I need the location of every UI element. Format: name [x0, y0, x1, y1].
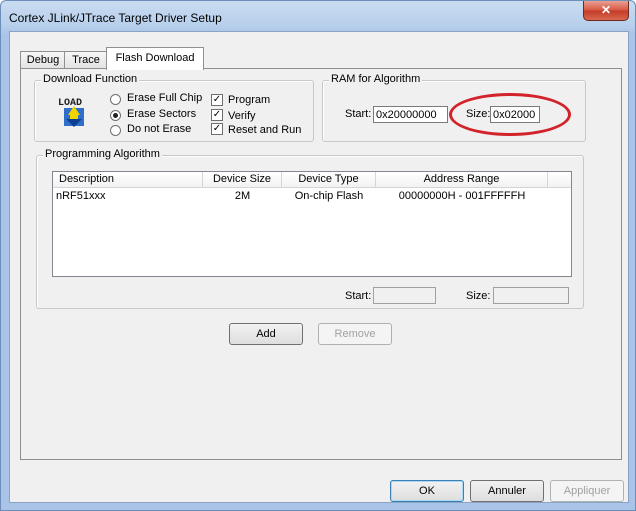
- row-address-range: 00000000H - 001FFFFFH: [398, 190, 526, 202]
- algorithm-table[interactable]: Description Device Size Device Type Addr…: [52, 171, 572, 277]
- title-bar[interactable]: Cortex JLink/JTrace Target Driver Setup …: [1, 1, 635, 31]
- erase-full-chip-label: Erase Full Chip: [127, 92, 203, 104]
- tab-trace[interactable]: Trace: [64, 51, 108, 69]
- algo-size-label: Size:: [466, 290, 491, 302]
- column-header-device-size[interactable]: Device Size: [203, 172, 282, 187]
- tab-debug[interactable]: Debug: [20, 51, 66, 69]
- reset-and-run-checkbox[interactable]: ✓: [211, 123, 223, 135]
- ram-start-label: Start:: [345, 108, 372, 120]
- row-device-type: On-chip Flash: [294, 190, 364, 202]
- load-icon: LOAD: [58, 98, 84, 127]
- column-header-description[interactable]: Description: [53, 172, 203, 187]
- erase-sectors-label: Erase Sectors: [127, 108, 197, 120]
- window-title: Cortex JLink/JTrace Target Driver Setup: [9, 11, 222, 25]
- red-highlight-circle: [449, 93, 571, 136]
- program-checkbox[interactable]: ✓: [211, 94, 223, 106]
- ram-for-algorithm-label: RAM for Algorithm: [329, 73, 423, 85]
- add-button[interactable]: Add: [229, 323, 303, 345]
- tab-flash-download[interactable]: Flash Download: [106, 47, 204, 70]
- column-header-address-range[interactable]: Address Range: [376, 172, 548, 187]
- erase-sectors-radio[interactable]: [110, 110, 121, 121]
- row-device-size: 2M: [234, 190, 251, 202]
- download-function-label: Download Function: [41, 73, 140, 85]
- do-not-erase-label: Do not Erase: [127, 123, 192, 135]
- algo-start-label: Start:: [345, 290, 372, 302]
- remove-button[interactable]: Remove: [318, 323, 392, 345]
- apply-button[interactable]: Appliquer: [550, 480, 624, 502]
- verify-label: Verify: [228, 110, 256, 122]
- programming-algorithm-label: Programming Algorithm: [43, 148, 162, 160]
- cancel-button[interactable]: Annuler: [470, 480, 544, 502]
- ok-button[interactable]: OK: [390, 480, 464, 502]
- algo-start-field[interactable]: [373, 287, 436, 304]
- column-header-device-type[interactable]: Device Type: [282, 172, 376, 187]
- verify-checkbox[interactable]: ✓: [211, 109, 223, 121]
- close-button[interactable]: ✕: [583, 1, 629, 21]
- table-header: Description Device Size Device Type Addr…: [53, 172, 571, 188]
- load-icon-text: LOAD: [58, 98, 82, 109]
- ram-start-field[interactable]: 0x20000000: [373, 106, 448, 123]
- erase-full-chip-radio[interactable]: [110, 94, 121, 105]
- row-description: nRF51xxx: [56, 190, 106, 202]
- algo-size-field[interactable]: [493, 287, 569, 304]
- program-label: Program: [228, 94, 271, 106]
- reset-and-run-label: Reset and Run: [228, 124, 302, 136]
- do-not-erase-radio[interactable]: [110, 125, 121, 136]
